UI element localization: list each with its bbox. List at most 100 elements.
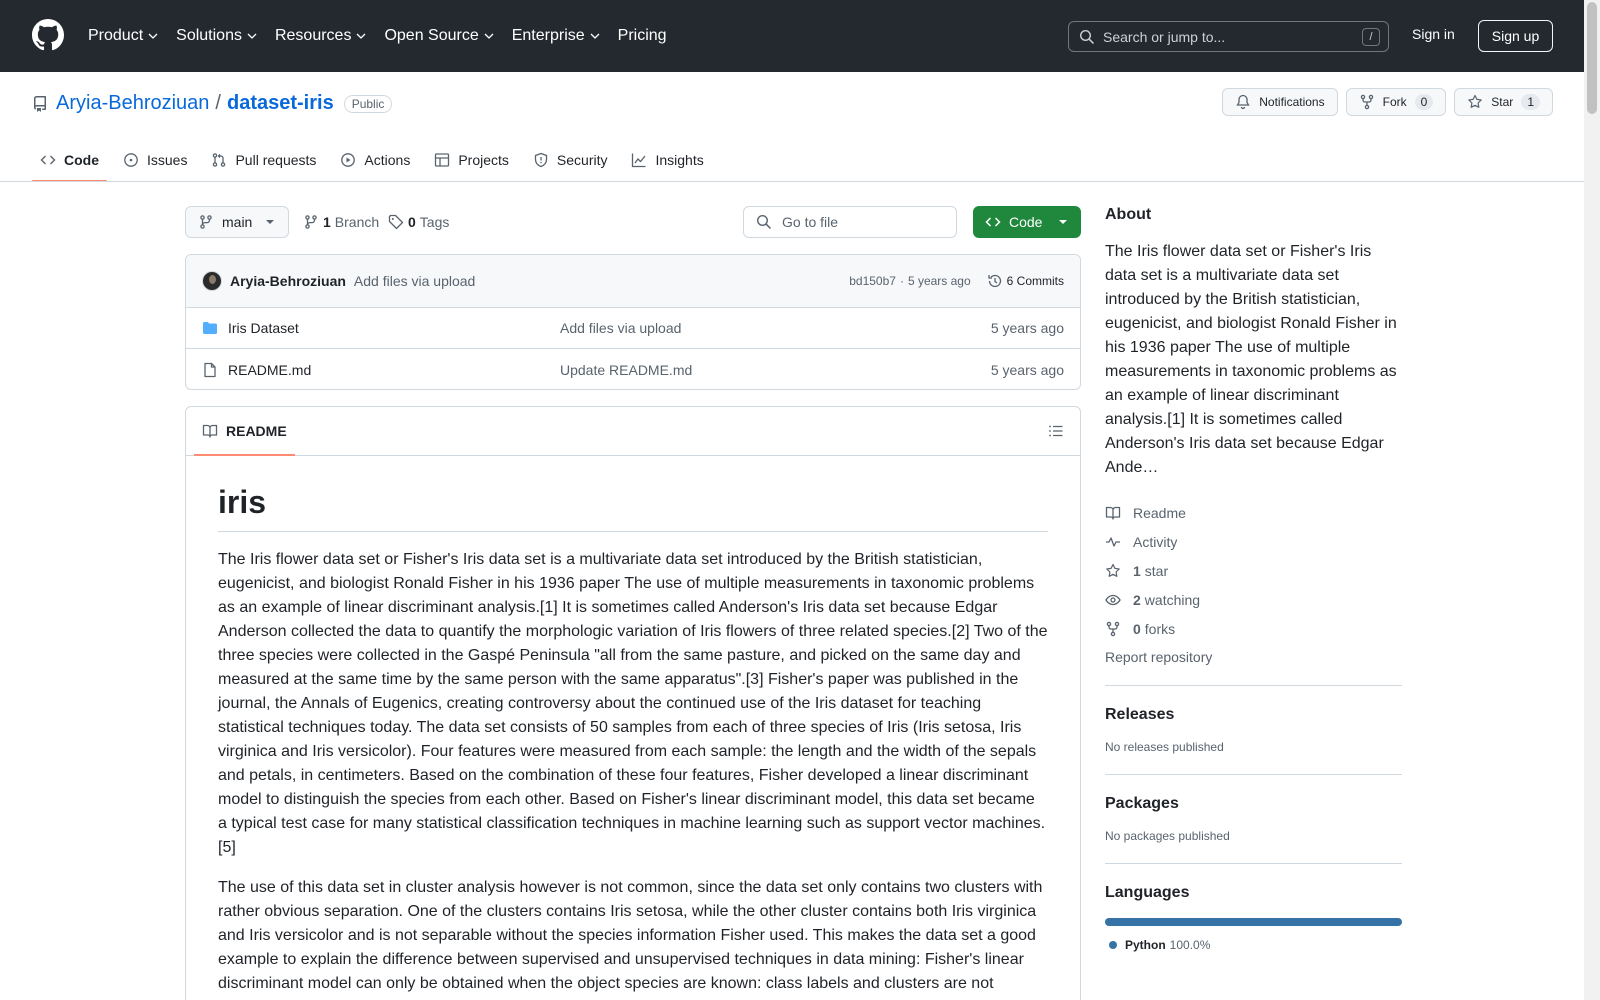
global-search-input[interactable]: Search or jump to... / — [1068, 21, 1389, 52]
nav-resources[interactable]: Resources — [275, 27, 367, 45]
tags-link[interactable]: 0 Tags — [388, 214, 449, 230]
history-icon — [988, 274, 1001, 288]
stars-count: 1 — [1133, 562, 1141, 579]
stars-link[interactable]: 1 star — [1105, 556, 1402, 585]
file-commit-message[interactable]: Add files via upload — [560, 320, 681, 336]
fork-button[interactable]: Fork 0 — [1345, 88, 1447, 116]
search-placeholder: Search or jump to... — [1103, 28, 1226, 45]
nav-solutions[interactable]: Solutions — [176, 27, 258, 45]
tab-code[interactable]: Code — [32, 140, 107, 182]
readme-link[interactable]: Readme — [1105, 498, 1402, 527]
code-button-label: Code — [1009, 214, 1043, 230]
tab-actions[interactable]: Actions — [332, 140, 418, 180]
go-to-file-input[interactable]: Go to file — [743, 206, 957, 238]
code-icon — [985, 217, 1001, 227]
branch-icon — [200, 215, 212, 229]
commit-author-link[interactable]: Aryia-Behroziuan — [230, 273, 346, 289]
forks-label: forks — [1144, 620, 1176, 637]
tab-label: Insights — [655, 152, 704, 168]
nav-product[interactable]: Product — [88, 27, 159, 45]
list-outline-icon[interactable] — [1048, 423, 1064, 439]
sign-in-link[interactable]: Sign in — [1412, 26, 1455, 42]
star-label: Star — [1491, 95, 1514, 109]
repo-path-separator: / — [215, 92, 221, 114]
github-logo-icon[interactable] — [32, 19, 64, 51]
nav-open-source[interactable]: Open Source — [384, 27, 494, 45]
readme-header: README — [186, 407, 1080, 456]
file-name-link[interactable]: Iris Dataset — [228, 320, 299, 336]
repo-name-link[interactable]: dataset-iris — [227, 92, 334, 115]
star-icon — [1106, 563, 1120, 577]
issue-icon — [124, 153, 138, 167]
chevron-down-icon — [590, 33, 600, 39]
tag-count: 0 — [408, 214, 416, 230]
branch-count: 1 — [323, 214, 331, 230]
readme-body: iris The Iris flower data set or Fisher'… — [186, 456, 1080, 1000]
tab-issues[interactable]: Issues — [115, 140, 195, 180]
avatar[interactable] — [202, 271, 222, 291]
code-button[interactable]: Code — [973, 206, 1081, 238]
play-icon — [341, 153, 356, 167]
commit-message-link[interactable]: Add files via upload — [354, 273, 475, 289]
pull-request-icon — [213, 153, 226, 167]
graph-icon — [632, 153, 646, 168]
latest-commit-row: Aryia-Behroziuan Add files via upload bd… — [186, 255, 1080, 308]
readme-tab[interactable]: README — [194, 407, 295, 456]
tab-label: Security — [556, 152, 608, 168]
tab-pull-requests[interactable]: Pull requests — [203, 140, 324, 180]
language-item[interactable]: Python 100.0% — [1105, 938, 1402, 952]
fork-icon — [1360, 94, 1373, 110]
search-shortcut-key: / — [1362, 28, 1380, 46]
sign-up-button[interactable]: Sign up — [1478, 20, 1553, 52]
nav-pricing[interactable]: Pricing — [618, 27, 667, 45]
chevron-down-icon — [247, 33, 257, 39]
branch-label: Branch — [334, 214, 380, 230]
languages-section: Languages Python 100.0% — [1105, 864, 1402, 972]
chevron-down-icon — [148, 33, 158, 39]
code-icon — [40, 155, 56, 165]
file-commit-message[interactable]: Update README.md — [560, 362, 692, 378]
branch-select-button[interactable]: main — [185, 206, 289, 238]
book-icon — [202, 424, 218, 438]
tab-projects[interactable]: Projects — [426, 140, 517, 180]
watchers-link[interactable]: 2 watching — [1105, 585, 1402, 614]
table-row[interactable]: README.md Update README.md 5 years ago — [186, 349, 1080, 389]
readme-paragraph: The use of this data set in cluster anal… — [218, 879, 1043, 992]
notifications-button[interactable]: Notifications — [1222, 88, 1338, 116]
repo-actions: Notifications Fork 0 Star 1 — [1214, 88, 1553, 116]
shield-icon — [534, 152, 548, 168]
nav-label: Open Source — [384, 27, 479, 44]
commit-hash-link[interactable]: bd150b7 — [849, 274, 896, 288]
folder-icon — [203, 322, 217, 334]
repo-owner-link[interactable]: Aryia-Behroziuan — [56, 92, 209, 115]
language-bar — [1105, 918, 1402, 926]
tab-label: Code — [64, 152, 99, 168]
releases-heading[interactable]: Releases — [1105, 706, 1402, 724]
file-name-link[interactable]: README.md — [228, 362, 311, 378]
page-scrollbar[interactable] — [1584, 0, 1600, 1000]
star-button[interactable]: Star 1 — [1454, 88, 1553, 116]
repo-icon — [34, 95, 46, 112]
branches-link[interactable]: 1 Branch — [303, 214, 379, 230]
global-nav: Product Solutions Resources Open Source … — [88, 0, 684, 72]
tab-insights[interactable]: Insights — [623, 140, 711, 180]
file-date: 5 years ago — [990, 361, 1064, 378]
activity-link[interactable]: Activity — [1105, 527, 1402, 556]
releases-section: Releases No releases published — [1105, 686, 1402, 774]
commits-link[interactable]: 6 Commits — [1007, 274, 1064, 288]
notifications-label: Notifications — [1259, 95, 1325, 109]
nav-label: Enterprise — [511, 27, 585, 44]
forks-link[interactable]: 0 forks — [1105, 614, 1402, 643]
table-row[interactable]: Iris Dataset Add files via upload 5 year… — [186, 308, 1080, 349]
readme-link-label: Readme — [1133, 504, 1186, 521]
packages-heading[interactable]: Packages — [1105, 795, 1402, 813]
scrollbar-thumb[interactable] — [1587, 2, 1597, 114]
search-icon — [1079, 29, 1095, 44]
table-icon — [435, 153, 450, 167]
about-heading: About — [1105, 206, 1152, 223]
chevron-down-icon — [356, 33, 366, 39]
tab-security[interactable]: Security — [525, 140, 616, 180]
nav-enterprise[interactable]: Enterprise — [512, 27, 601, 45]
report-repository-link[interactable]: Report repository — [1105, 649, 1402, 665]
languages-heading: Languages — [1105, 884, 1190, 901]
